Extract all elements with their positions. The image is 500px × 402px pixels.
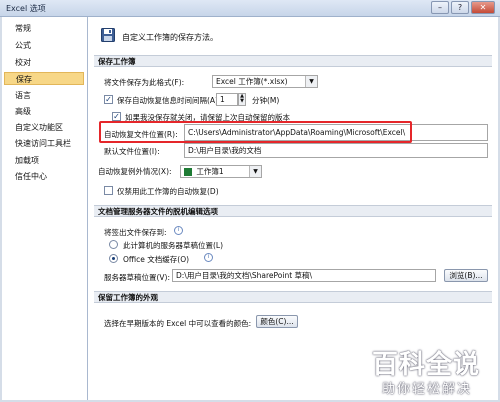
- autorecover-label: 保存自动恢复信息时间间隔(A): [117, 96, 218, 105]
- close-button[interactable]: ✕: [471, 1, 495, 14]
- sidebar-item-addins[interactable]: 加载项: [4, 154, 84, 167]
- page-description: 自定义工作簿的保存方法。: [122, 33, 218, 42]
- save-format-select[interactable]: Excel 工作簿(*.xlsx) ▼: [212, 75, 318, 88]
- autorecover-workbook-value: 工作簿1: [196, 167, 224, 176]
- minimize-button[interactable]: –: [431, 1, 449, 14]
- section-offline-editing: 文档管理服务器文件的脱机编辑选项: [94, 205, 492, 217]
- colors-label: 选择在早期版本的 Excel 中可以查看的颜色:: [104, 319, 252, 328]
- watermark-subtitle: 助你轻松解决: [382, 382, 473, 397]
- autorecover-minutes-input[interactable]: 1: [216, 93, 238, 106]
- save-options-panel: 自定义工作簿的保存方法。 保存工作簿 将文件保存为此格式(F): Excel 工…: [88, 17, 498, 400]
- save-disk-icon: [101, 28, 115, 42]
- chevron-down-icon: ▼: [249, 166, 261, 177]
- title-bar: Excel 选项 – ? ✕: [0, 0, 500, 17]
- default-location-label: 默认文件位置(I):: [104, 147, 160, 156]
- radio-selected-dot: [112, 257, 115, 260]
- disable-autorecover-label: 仅禁用此工作簿的自动恢复(D): [117, 187, 219, 196]
- sidebar-item-proofing[interactable]: 校对: [4, 56, 84, 69]
- save-format-label: 将文件保存为此格式(F):: [104, 78, 185, 87]
- watermark-title: 百科全说: [372, 350, 481, 380]
- window-title: Excel 选项: [6, 4, 46, 13]
- sidebar-item-formulas[interactable]: 公式: [4, 39, 84, 52]
- office-cache-option-label: Office 文档缓存(O): [123, 255, 190, 264]
- sidebar-item-advanced[interactable]: 高级: [4, 105, 84, 118]
- chevron-down-icon: ▼: [305, 76, 317, 87]
- save-checked-out-label: 将签出文件保存到:: [104, 228, 167, 237]
- options-sidebar: 常规 公式 校对 保存 语言 高级 自定义功能区 快速访问工具栏 加载项 信任中…: [2, 17, 88, 400]
- info-icon: i: [174, 226, 183, 235]
- section-autorecover-exceptions: 自动恢复例外情况(X):: [94, 166, 492, 178]
- default-location-input[interactable]: D:\用户目录\我的文档: [184, 143, 488, 158]
- server-drafts-option-label: 此计算机的服务器草稿位置(L): [123, 241, 224, 250]
- colors-button[interactable]: 颜色(C)...: [256, 315, 298, 328]
- minutes-label: 分钟(M): [252, 96, 280, 105]
- highlight-box: [99, 121, 412, 143]
- keep-last-version-checkbox[interactable]: ✓: [112, 112, 121, 121]
- autorecover-workbook-select[interactable]: 工作簿1 ▼: [180, 165, 262, 178]
- browse-button[interactable]: 浏览(B)...: [444, 269, 488, 282]
- section-save-workbooks: 保存工作簿: [94, 55, 492, 67]
- server-drafts-location-label: 服务器草稿位置(V):: [104, 273, 171, 282]
- sidebar-item-save[interactable]: 保存: [4, 72, 84, 85]
- save-format-value: Excel 工作簿(*.xlsx): [216, 77, 288, 86]
- section-preserve-appearance: 保留工作簿的外观: [94, 291, 492, 303]
- sidebar-item-trust-center[interactable]: 信任中心: [4, 170, 84, 183]
- server-drafts-radio[interactable]: [109, 240, 118, 249]
- sidebar-item-language[interactable]: 语言: [4, 89, 84, 102]
- office-cache-radio[interactable]: [109, 254, 118, 263]
- maximize-button[interactable]: ?: [451, 1, 469, 14]
- disable-autorecover-checkbox[interactable]: [104, 186, 113, 195]
- excel-workbook-icon: [184, 168, 192, 176]
- sidebar-item-general[interactable]: 常规: [4, 22, 84, 35]
- minutes-spinner[interactable]: ▲ ▼: [238, 93, 246, 106]
- sidebar-item-customize-ribbon[interactable]: 自定义功能区: [4, 121, 84, 134]
- server-drafts-location-input[interactable]: D:\用户目录\我的文档\SharePoint 草稿\: [172, 269, 436, 282]
- sidebar-item-quick-access-toolbar[interactable]: 快速访问工具栏: [4, 137, 84, 150]
- info-icon: i: [204, 253, 213, 262]
- autorecover-checkbox[interactable]: ✓: [104, 95, 113, 104]
